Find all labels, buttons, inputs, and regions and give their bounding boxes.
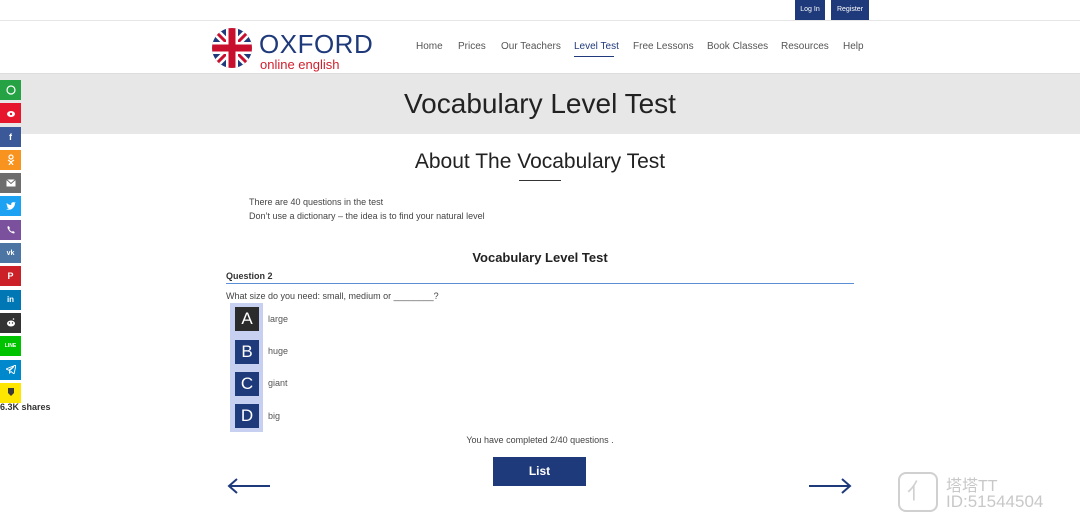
telegram-icon xyxy=(5,365,16,375)
logo-subtitle: online english xyxy=(260,57,340,72)
nav-level-test[interactable]: Level Test xyxy=(574,41,619,52)
bulb-icon xyxy=(7,388,14,397)
heading-divider xyxy=(519,180,561,181)
watermark-logo-icon: 亻 xyxy=(898,472,938,512)
question-label: Question 2 xyxy=(226,271,273,281)
email-icon xyxy=(5,179,16,187)
watermark: 亻 塔塔TT ID:51544504 xyxy=(898,470,1078,515)
whatsapp-share-button[interactable] xyxy=(0,80,21,100)
whatsapp-icon xyxy=(5,85,16,95)
pinterest-icon: P xyxy=(7,271,14,282)
linkedin-share-button[interactable]: in xyxy=(0,289,21,310)
option-a-text[interactable]: large xyxy=(268,314,288,324)
facebook-icon: f xyxy=(9,131,12,142)
watermark-line: ID:51544504 xyxy=(946,492,1044,511)
next-question-button[interactable] xyxy=(808,477,852,495)
viber-icon xyxy=(7,225,15,234)
page-title: Vocabulary Level Test xyxy=(404,88,676,119)
nav-prices[interactable]: Prices xyxy=(458,41,486,52)
option-c-button[interactable]: C xyxy=(235,372,259,396)
arrow-left-icon xyxy=(227,478,270,494)
login-button[interactable]: Log In xyxy=(795,0,825,20)
about-heading: About The Vocabulary Test xyxy=(414,150,666,173)
email-share-button[interactable] xyxy=(0,173,21,194)
share-count: 6.3K shares xyxy=(0,402,51,412)
line-share-button[interactable]: LINE xyxy=(0,336,21,357)
line-icon: LINE xyxy=(4,343,17,350)
viber-share-button[interactable] xyxy=(0,219,21,240)
page-banner: Vocabulary Level Test xyxy=(0,74,1080,134)
active-nav-indicator xyxy=(574,56,614,57)
weibo-icon xyxy=(6,111,15,118)
previous-question-button[interactable] xyxy=(227,477,271,495)
union-jack-icon xyxy=(212,28,252,68)
option-a-button[interactable]: A xyxy=(235,307,259,331)
logo-title: OXFORD xyxy=(259,29,374,59)
nav-help[interactable]: Help xyxy=(843,41,864,52)
option-d-text[interactable]: big xyxy=(268,411,280,421)
linkedin-icon: in xyxy=(6,295,15,305)
reddit-icon xyxy=(6,318,15,327)
info-line: Don’t use a dictionary – the idea is to … xyxy=(249,211,485,221)
nav-resources[interactable]: Resources xyxy=(781,41,829,52)
quiz-title: Vocabulary Level Test xyxy=(472,250,608,265)
weibo-share-button[interactable] xyxy=(0,103,21,124)
info-line: There are 40 questions in the test xyxy=(249,197,384,207)
nav-book-classes[interactable]: Book Classes xyxy=(707,41,768,52)
option-b-text[interactable]: huge xyxy=(268,346,288,356)
progress-text: You have completed 2/40 questions . xyxy=(466,435,614,445)
arrow-right-icon xyxy=(809,478,852,494)
register-button[interactable]: Register xyxy=(831,0,869,20)
site-header: OXFORD online english Home Prices Our Te… xyxy=(0,21,1080,74)
nav-free-lessons[interactable]: Free Lessons xyxy=(633,41,694,52)
facebook-share-button[interactable]: f xyxy=(0,126,21,147)
social-share-bar: f vk P in LINE xyxy=(0,80,21,406)
twitter-icon xyxy=(5,201,16,210)
twitter-share-button[interactable] xyxy=(0,196,21,217)
telegram-share-button[interactable] xyxy=(0,359,21,380)
bulb-share-button[interactable] xyxy=(0,382,21,403)
list-button[interactable]: List xyxy=(493,457,586,486)
utility-bar: Log In Register xyxy=(0,0,1080,21)
reddit-share-button[interactable] xyxy=(0,312,21,333)
pinterest-share-button[interactable]: P xyxy=(0,266,21,287)
question-divider xyxy=(226,283,854,284)
nav-our-teachers[interactable]: Our Teachers xyxy=(501,41,561,52)
option-b-button[interactable]: B xyxy=(235,340,259,364)
question-text: What size do you need: small, medium or … xyxy=(226,291,439,301)
option-d-button[interactable]: D xyxy=(235,404,259,428)
option-c-text[interactable]: giant xyxy=(268,378,288,388)
site-logo[interactable]: OXFORD online english xyxy=(212,28,374,72)
nav-home[interactable]: Home xyxy=(416,41,443,52)
